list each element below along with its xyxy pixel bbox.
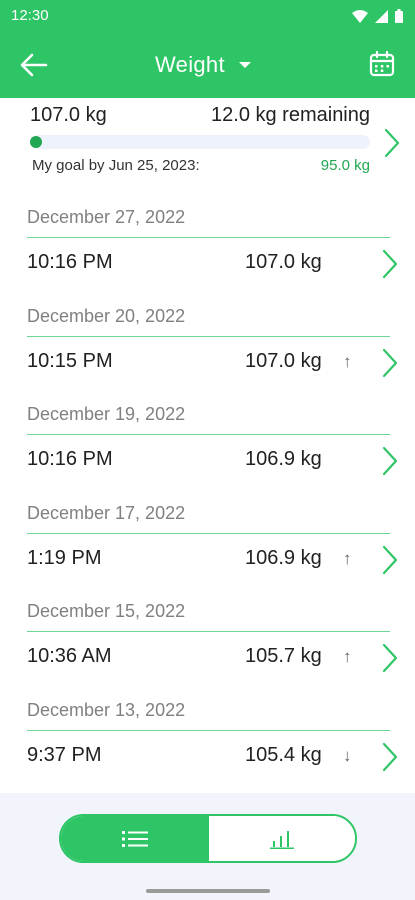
status-icons [352, 9, 403, 23]
entry-weight: 107.0 kg [245, 350, 322, 372]
entry-date-header: December 15, 2022 [27, 601, 186, 621]
chevron-right-icon[interactable] [384, 128, 400, 158]
chart-view-button[interactable] [209, 816, 355, 861]
entry-time: 10:16 PM [27, 448, 113, 470]
back-arrow-icon[interactable] [18, 50, 50, 80]
entry-date-header: December 13, 2022 [27, 700, 186, 720]
status-bar: 12:30 [0, 0, 415, 32]
entry-weight: 106.9 kg [245, 448, 322, 470]
entry-date-header: December 19, 2022 [27, 404, 186, 424]
calendar-icon[interactable] [369, 51, 395, 77]
entry-time: 9:37 PM [27, 744, 102, 766]
entry-weight: 106.9 kg [245, 547, 322, 569]
entry-date-header: December 20, 2022 [27, 306, 186, 326]
entry-divider [27, 434, 390, 435]
remaining-weight: 12.0 kg remaining [211, 104, 370, 126]
wifi-icon [352, 9, 368, 23]
progress-indicator [30, 136, 42, 148]
dropdown-caret-icon [238, 62, 251, 68]
chevron-right-icon[interactable] [382, 742, 398, 772]
entry-date-header: December 17, 2022 [27, 503, 186, 523]
signal-icon [375, 9, 388, 23]
entry-time: 10:16 PM [27, 251, 113, 273]
chart-icon [270, 830, 294, 849]
metric-selector[interactable]: Weight [155, 52, 251, 78]
weight-entry-row[interactable]: 10:36 AM 105.7 kg ↑ [0, 633, 415, 683]
weight-entry-row[interactable]: 10:16 PM 107.0 kg [0, 239, 415, 289]
weight-entry-row[interactable]: 1:19 PM 106.9 kg ↑ [0, 535, 415, 585]
page-title: Weight [155, 52, 225, 77]
weight-entry-row[interactable]: 10:15 PM 107.0 kg ↑ [0, 338, 415, 388]
goal-progress-bar [30, 135, 370, 149]
entry-divider [27, 336, 390, 337]
entry-date-header: December 27, 2022 [27, 207, 186, 227]
entry-weight: 107.0 kg [245, 251, 322, 273]
entry-divider [27, 631, 390, 632]
entry-time: 10:15 PM [27, 350, 113, 372]
entry-weight: 105.7 kg [245, 645, 322, 667]
gesture-nav-handle[interactable] [146, 889, 270, 893]
entry-divider [27, 730, 390, 731]
goal-weight: 95.0 kg [320, 157, 370, 174]
entry-divider [27, 237, 390, 238]
list-icon [122, 830, 148, 847]
entry-weight: 105.4 kg [245, 744, 322, 766]
bottom-bar [0, 793, 415, 900]
list-view-button[interactable] [61, 816, 209, 861]
view-toggle [59, 814, 357, 863]
trend-down-icon: ↓ [343, 746, 352, 765]
status-time: 12:30 [11, 7, 49, 24]
chevron-right-icon[interactable] [382, 643, 398, 673]
weight-entry-row[interactable]: 9:37 PM 105.4 kg ↓ [0, 732, 415, 782]
weight-entry-row[interactable]: 10:16 PM 106.9 kg [0, 436, 415, 486]
app-bar: Weight [0, 32, 415, 98]
trend-up-icon: ↑ [343, 647, 352, 666]
trend-up-icon: ↑ [343, 352, 352, 371]
chevron-right-icon[interactable] [382, 249, 398, 279]
chevron-right-icon[interactable] [382, 348, 398, 378]
entry-time: 10:36 AM [27, 645, 112, 667]
battery-icon [395, 9, 403, 23]
chevron-right-icon[interactable] [382, 446, 398, 476]
trend-up-icon: ↑ [343, 549, 352, 568]
entry-divider [27, 533, 390, 534]
entry-time: 1:19 PM [27, 547, 102, 569]
chevron-right-icon[interactable] [382, 545, 398, 575]
goal-label: My goal by Jun 25, 2023: [32, 157, 200, 174]
current-weight: 107.0 kg [30, 104, 107, 126]
